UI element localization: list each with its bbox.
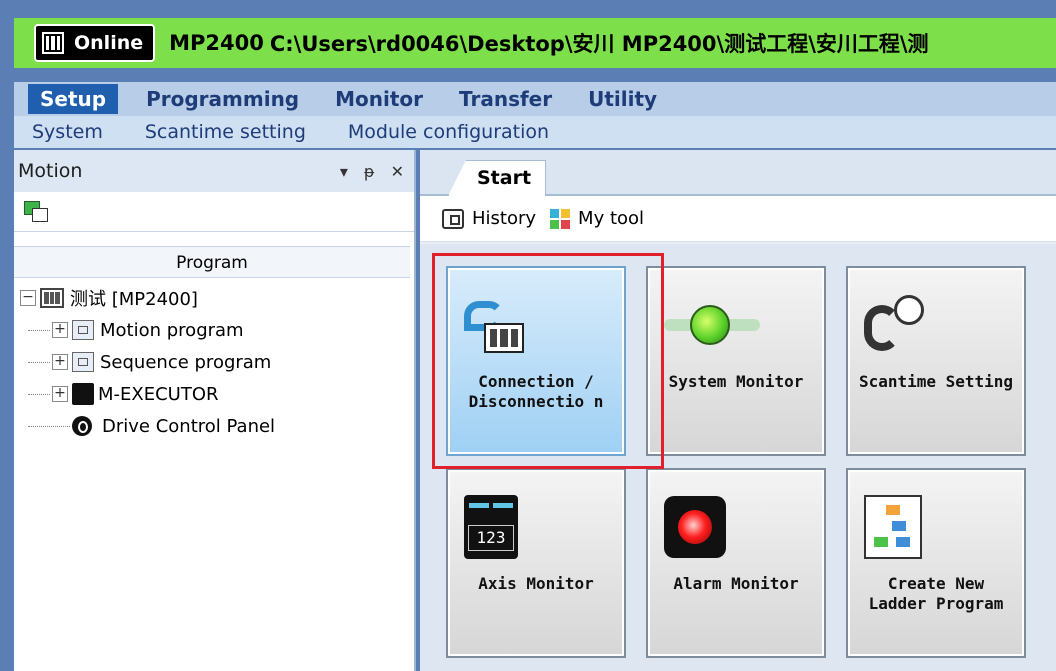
tile-label: Scantime Setting (858, 372, 1014, 391)
scantime-setting-tile[interactable]: Scantime Setting (846, 266, 1026, 456)
title-bar: Online MP2400 C:\Users\rd0046\Desktop\安川… (14, 18, 1056, 68)
tile-label: Axis Monitor (478, 574, 594, 593)
panel-header: Motion ▾ ᵽ ✕ (14, 150, 414, 192)
alarm-icon (664, 496, 726, 558)
system-monitor-tile[interactable]: System Monitor (646, 266, 826, 456)
menu-setup[interactable]: Setup (28, 84, 119, 114)
collapse-icon[interactable]: − (20, 290, 36, 306)
tile-label: System Monitor (668, 372, 804, 391)
connection-tile[interactable]: Connection / Disconnectio n (446, 266, 626, 456)
motion-panel: Motion ▾ ᵽ ✕ Program − 测试 [MP2400] + Mot… (14, 150, 416, 671)
menu-programming[interactable]: Programming (146, 87, 299, 111)
project-path: C:\Users\rd0046\Desktop\安川 MP2400\测试工程\安… (269, 32, 929, 56)
panel-pin-icon[interactable]: ᵽ (364, 162, 375, 181)
tree-column-header: Program (14, 246, 410, 278)
expand-icon[interactable]: + (52, 354, 68, 370)
tree-item-label: Drive Control Panel (102, 415, 276, 437)
program-folder-icon (72, 352, 94, 372)
cpu-icon (40, 288, 64, 308)
tree-item-m-executor[interactable]: + M-EXECUTOR (20, 378, 414, 410)
program-tree: − 测试 [MP2400] + Motion program + Sequenc… (14, 278, 414, 442)
tree-root[interactable]: − 测试 [MP2400] (20, 282, 414, 314)
my-tool-icon[interactable] (550, 208, 571, 229)
start-page: Start History My tool Connection / Disco… (420, 150, 1056, 671)
panel-toolbar (14, 192, 414, 232)
expand-icon[interactable]: + (52, 322, 68, 338)
panel-dropdown-icon[interactable]: ▾ (340, 162, 348, 181)
tree-item-label: M-EXECUTOR (98, 383, 219, 405)
tree-item-drive-control-panel[interactable]: Drive Control Panel (20, 410, 414, 442)
setup-submenu: System Scantime setting Module configura… (14, 116, 1056, 148)
tree-item-sequence-program[interactable]: + Sequence program (20, 346, 414, 378)
main-menu-bar: Setup Programming Monitor Transfer Utili… (14, 82, 1056, 116)
tile-label: Connection / Disconnectio n (468, 372, 604, 411)
scantime-icon (864, 295, 934, 355)
create-ladder-tile[interactable]: Create New Ladder Program (846, 468, 1026, 658)
history-icon[interactable] (442, 208, 464, 229)
axis-monitor-tile[interactable]: 123 Axis Monitor (446, 468, 626, 658)
submenu-scantime-setting[interactable]: Scantime setting (145, 121, 306, 143)
program-folder-icon (72, 320, 94, 340)
tab-strip: Start (420, 150, 1056, 196)
submenu-module-configuration[interactable]: Module configuration (348, 121, 549, 143)
alarm-monitor-tile[interactable]: Alarm Monitor (646, 468, 826, 658)
start-toolbar: History My tool (420, 196, 1056, 242)
new-window-icon[interactable] (24, 200, 48, 223)
my-tool-button[interactable]: My tool (578, 208, 644, 229)
tree-item-label: Sequence program (100, 351, 272, 373)
online-status-badge: Online (34, 24, 156, 62)
tile-grid: Connection / Disconnectio n System Monit… (420, 244, 1056, 671)
submenu-system[interactable]: System (32, 121, 103, 143)
m-executor-icon (72, 383, 94, 405)
axis-display-value: 123 (468, 525, 514, 551)
tile-label: Create New Ladder Program (868, 574, 1004, 613)
tree-item-label: Motion program (100, 319, 244, 341)
application-frame: Online MP2400 C:\Users\rd0046\Desktop\安川… (0, 0, 1056, 671)
tab-start[interactable]: Start (448, 160, 547, 196)
panel-title: Motion (18, 160, 83, 182)
controller-model: MP2400 (169, 31, 264, 55)
expand-icon[interactable]: + (52, 386, 68, 402)
system-monitor-icon (664, 305, 764, 345)
online-status-text: Online (74, 32, 144, 54)
ladder-icon (864, 495, 922, 559)
tree-item-motion-program[interactable]: + Motion program (20, 314, 414, 346)
tree-root-label: 测试 [MP2400] (70, 289, 198, 310)
drive-control-icon (72, 416, 92, 436)
menu-monitor[interactable]: Monitor (335, 87, 423, 111)
controller-icon (42, 32, 64, 54)
menu-transfer[interactable]: Transfer (459, 87, 552, 111)
panel-close-icon[interactable]: ✕ (391, 162, 404, 181)
history-button[interactable]: History (472, 208, 536, 229)
menu-utility[interactable]: Utility (588, 87, 657, 111)
connection-icon (464, 297, 528, 353)
axis-monitor-icon: 123 (464, 495, 518, 559)
tile-label: Alarm Monitor (673, 574, 799, 593)
